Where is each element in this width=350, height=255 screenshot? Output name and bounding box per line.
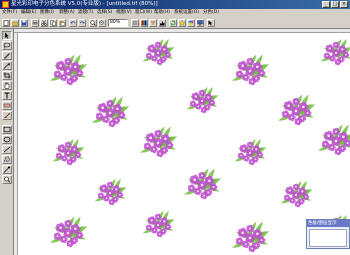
magnifier-minus-icon <box>99 20 104 25</box>
floating-panel-preview <box>309 229 347 247</box>
menu-filter[interactable]: 滤镜(T) <box>78 10 93 16</box>
levels-button[interactable] <box>158 19 166 27</box>
zoom-icon <box>4 176 11 183</box>
menu-separation[interactable]: 分色(D) <box>203 10 219 16</box>
app-icon <box>2 1 9 8</box>
zoom-level-field[interactable]: 80% <box>108 19 128 27</box>
rectangle-icon <box>3 126 11 133</box>
tool-ellipse[interactable] <box>2 135 12 144</box>
new-file-icon <box>3 20 9 26</box>
tool-magic-wand[interactable] <box>2 61 12 70</box>
undo-button[interactable] <box>69 19 77 27</box>
rotate-button[interactable] <box>169 19 177 27</box>
zoom-in-button[interactable] <box>89 19 97 27</box>
color-palette-icon <box>150 20 156 26</box>
folder-icon <box>12 21 18 26</box>
brush-icon <box>4 112 11 118</box>
levels-icon <box>159 21 165 26</box>
zoom-out-button[interactable] <box>98 19 106 27</box>
tool-pen[interactable] <box>2 51 12 60</box>
tool-bucket[interactable] <box>2 155 12 164</box>
floating-panel: 色板/图层显示 <box>306 219 350 249</box>
document-canvas[interactable] <box>14 29 350 255</box>
grid-button[interactable] <box>131 19 139 27</box>
floating-panel-title[interactable]: 色板/图层显示 <box>307 220 349 227</box>
copy-icon <box>50 20 56 26</box>
tool-eyedropper[interactable] <box>2 165 12 174</box>
tool-brush[interactable] <box>2 111 12 120</box>
tool-eraser[interactable] <box>2 101 12 110</box>
rgb-channel-button[interactable] <box>140 19 148 27</box>
tool-rectangle[interactable] <box>2 125 12 134</box>
ellipse-icon <box>3 136 11 143</box>
title-bar: 星光彩印电子分色系统 V5.0(专业版) - [untitled.tif (80… <box>0 0 350 9</box>
toolbar: 80% <box>0 17 350 29</box>
scissors-icon <box>41 20 47 26</box>
redo-icon <box>79 21 85 24</box>
separation-button[interactable] <box>187 19 195 27</box>
help-button[interactable] <box>207 19 215 27</box>
palette-button[interactable] <box>149 19 157 27</box>
hand-icon <box>4 82 10 89</box>
menu-edit[interactable]: 编辑(E) <box>21 10 36 16</box>
text-icon <box>4 92 10 99</box>
lasso-icon <box>3 42 11 49</box>
tool-line[interactable] <box>2 145 12 154</box>
pen-icon <box>4 53 10 59</box>
undo-icon <box>70 21 76 24</box>
menu-bar: 文件(F) 编辑(E) 图像(I) 调整(A) 滤镜(T) 选择(S) 视图(V… <box>0 9 350 17</box>
tool-palette <box>0 29 14 255</box>
menu-select[interactable]: 选择(S) <box>97 10 112 16</box>
select-arrow-icon <box>5 32 9 39</box>
menu-help[interactable]: 帮助(H) <box>154 10 170 16</box>
cmyk-icon <box>188 20 194 26</box>
tool-text[interactable] <box>2 91 12 100</box>
printer-icon <box>32 20 38 25</box>
star-button[interactable] <box>178 19 186 27</box>
maximize-button[interactable]: □ <box>331 1 339 8</box>
help-arrow-icon <box>208 20 213 26</box>
bucket-icon <box>3 156 11 163</box>
tool-lasso[interactable] <box>2 41 12 50</box>
magic-wand-icon <box>3 62 11 69</box>
close-button[interactable]: × <box>340 1 348 8</box>
monitor-icon <box>197 20 203 26</box>
menu-window[interactable]: 窗口(W) <box>135 10 152 16</box>
paste-button[interactable] <box>58 19 66 27</box>
eyedropper-icon <box>3 166 11 173</box>
save-button[interactable] <box>20 19 28 27</box>
redo-button[interactable] <box>78 19 86 27</box>
tool-crop[interactable] <box>2 71 12 80</box>
rotate-icon <box>170 20 176 26</box>
floppy-icon <box>21 20 27 26</box>
star-icon <box>179 20 185 26</box>
menu-file[interactable]: 文件(F) <box>2 10 17 16</box>
eraser-icon <box>3 103 11 108</box>
menu-system-settings[interactable]: 系统设置(O) <box>174 10 199 16</box>
tool-hand[interactable] <box>2 81 12 90</box>
rgb-channel-icon <box>141 20 147 26</box>
minimize-button[interactable]: _ <box>322 1 330 8</box>
paste-icon <box>59 21 65 26</box>
cut-button[interactable] <box>40 19 48 27</box>
open-file-button[interactable] <box>11 19 19 27</box>
magnifier-plus-icon <box>90 20 96 26</box>
tool-zoom[interactable] <box>2 175 12 184</box>
menu-image[interactable]: 图像(I) <box>40 10 54 16</box>
floral-pattern-image <box>50 38 350 253</box>
menu-view[interactable]: 视图(V) <box>116 10 132 16</box>
screen-button[interactable] <box>196 19 204 27</box>
grid-icon <box>132 20 138 26</box>
copy-button[interactable] <box>49 19 57 27</box>
crop-icon <box>3 72 11 79</box>
window-title: 星光彩印电子分色系统 V5.0(专业版) - [untitled.tif (80… <box>11 1 158 7</box>
new-file-button[interactable] <box>2 19 10 27</box>
line-icon <box>3 146 11 153</box>
print-button[interactable] <box>31 19 39 27</box>
menu-adjust[interactable]: 调整(A) <box>59 10 75 16</box>
tool-select[interactable] <box>2 31 12 40</box>
